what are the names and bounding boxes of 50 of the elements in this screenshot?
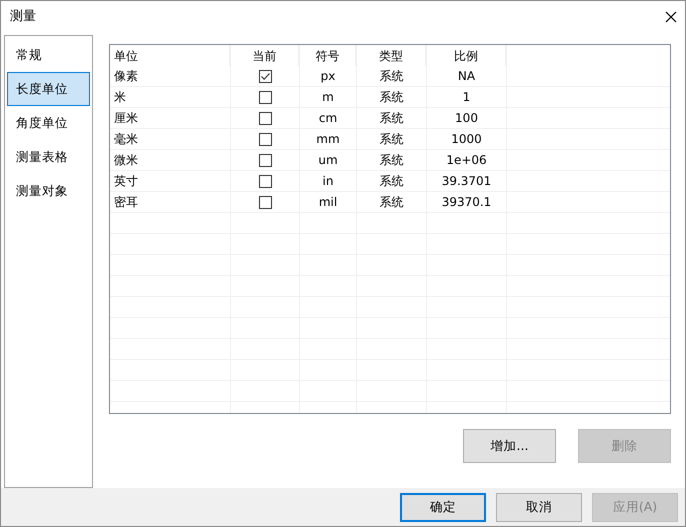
sidebar-item[interactable]: 测量表格 — [7, 140, 90, 174]
sidebar-item[interactable]: 测量对象 — [7, 174, 90, 208]
table-cell-text: 英寸 — [114, 173, 138, 190]
checkbox[interactable] — [258, 196, 272, 208]
table-cell-text: 系统 — [380, 89, 404, 106]
table-cell-text: 1e+06 — [446, 152, 487, 169]
table-cell-text: px — [320, 68, 336, 85]
checkbox[interactable] — [258, 112, 272, 124]
table-cell-text: mil — [318, 194, 338, 211]
checkbox[interactable] — [258, 132, 272, 146]
table-cell-text: 米 — [114, 89, 126, 106]
table-cell-text: 系统 — [380, 173, 404, 190]
table-cell-text: mm — [316, 131, 340, 148]
checkbox[interactable] — [258, 90, 272, 104]
table-cell-text: 1000 — [451, 131, 482, 148]
table-button[interactable]: 增加... — [463, 429, 556, 463]
table-cell-text: 39370.1 — [442, 194, 492, 211]
table-cell-text: 系统 — [380, 68, 404, 85]
table-cell-text: 1 — [462, 89, 470, 106]
column-header[interactable]: 类型 — [357, 45, 427, 66]
checkbox[interactable] — [258, 174, 272, 188]
window-title: 测量 — [10, 8, 36, 26]
column-header[interactable]: 单位 — [110, 45, 231, 66]
table-cell-text: 微米 — [114, 152, 138, 169]
column-header[interactable]: 比例 — [427, 45, 507, 66]
table-cell-text: 系统 — [380, 152, 404, 169]
table-cell-text: um — [318, 152, 338, 169]
table-cell-text: NA — [458, 68, 476, 85]
close-icon[interactable] — [665, 11, 677, 23]
table-cell-text: 系统 — [380, 131, 404, 148]
table-cell-text: cm — [318, 110, 338, 127]
table-cell-text: m — [322, 89, 334, 106]
table-cell-text: 系统 — [380, 110, 404, 127]
table-cell-text: 系统 — [380, 194, 404, 211]
table-cell-text: in — [322, 173, 334, 190]
column-header[interactable]: 符号 — [300, 45, 357, 66]
table-cell-text: 像素 — [114, 68, 138, 85]
sidebar-item[interactable]: 角度单位 — [7, 106, 90, 140]
sidebar-item[interactable]: 长度单位 — [7, 72, 90, 106]
table-cell-text: 100 — [455, 110, 478, 127]
dialog-button[interactable]: 取消 — [496, 492, 582, 522]
table-cell-text: 39.3701 — [442, 173, 492, 190]
table-cell-text: 毫米 — [114, 131, 138, 148]
sidebar-item[interactable]: 常规 — [7, 38, 90, 72]
table-cell-text: 密耳 — [114, 194, 138, 211]
table-cell-text: 厘米 — [114, 110, 138, 127]
column-header[interactable]: 当前 — [231, 45, 300, 66]
dialog-button[interactable]: 确定 — [400, 492, 486, 522]
checkbox[interactable] — [258, 154, 272, 166]
checkbox[interactable] — [258, 70, 272, 82]
